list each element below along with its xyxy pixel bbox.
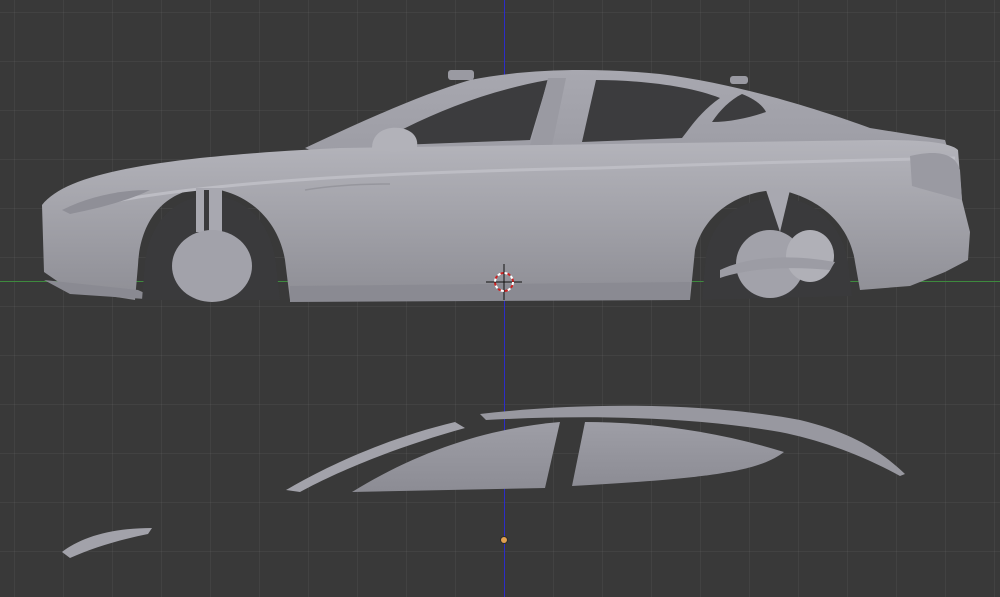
car-glass-reflection[interactable] bbox=[62, 405, 905, 558]
roof-antenna-rear bbox=[730, 76, 748, 84]
rear-brake-disc bbox=[786, 230, 834, 282]
3d-viewport[interactable] bbox=[0, 0, 1000, 597]
reflection-glass-right bbox=[572, 422, 784, 486]
3d-cursor-icon[interactable] bbox=[486, 264, 522, 300]
front-strut-gap bbox=[204, 190, 209, 232]
front-wheel-hub bbox=[172, 230, 252, 302]
object-origin-dot[interactable] bbox=[501, 537, 507, 543]
reflection-glass-left bbox=[352, 422, 560, 492]
roof-antenna-front bbox=[448, 70, 474, 80]
reflection-mirror bbox=[62, 528, 152, 558]
